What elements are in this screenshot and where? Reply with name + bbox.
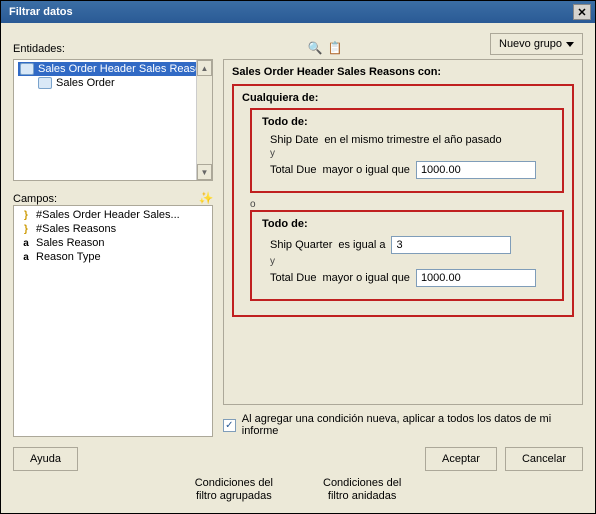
- titlebar: Filtrar datos ✕: [1, 1, 595, 23]
- close-icon: ✕: [577, 6, 586, 19]
- entities-tree[interactable]: Sales Order Header Sales Reasor Sales Or…: [13, 59, 213, 181]
- tree-item-label: Sales Order Header Sales Reasor: [38, 63, 205, 75]
- help-label: Ayuda: [30, 453, 61, 465]
- text-field-icon: a: [20, 237, 32, 249]
- new-group-label: Nuevo grupo: [499, 38, 562, 50]
- scrollbar[interactable]: ▲ ▼: [196, 60, 212, 180]
- dialog-body: Entidades: 🔍 📋 Nuevo grupo Sales Order H…: [1, 23, 595, 513]
- scroll-up-icon[interactable]: ▲: [197, 60, 212, 76]
- cancel-label: Cancelar: [522, 453, 566, 465]
- help-button[interactable]: Ayuda: [13, 447, 78, 471]
- annotation-nested: Condiciones del filtro anidadas: [323, 477, 401, 503]
- cond-field: Total Due: [270, 272, 316, 284]
- list-item[interactable]: a Reason Type: [18, 250, 212, 264]
- checkbox-icon[interactable]: ✓: [223, 419, 236, 432]
- close-button[interactable]: ✕: [573, 4, 591, 20]
- tree-item-root[interactable]: Sales Order Header Sales Reasor: [18, 62, 212, 76]
- tree-item-label: Sales Order: [56, 77, 115, 89]
- table-icon: [20, 63, 34, 75]
- list-item[interactable]: } #Sales Order Header Sales...: [18, 208, 212, 222]
- group-all-1: Todo de: Ship Date en el mismo trimestre…: [250, 108, 564, 193]
- field-label: Reason Type: [36, 251, 101, 263]
- condition-row[interactable]: Ship Date en el mismo trimestre el año p…: [262, 132, 552, 148]
- group-all-label: Todo de:: [262, 116, 552, 128]
- entities-label: Entidades:: [13, 43, 308, 55]
- or-operator: o: [242, 199, 564, 210]
- new-group-button[interactable]: Nuevo grupo: [490, 33, 583, 55]
- cond-field: Ship Quarter: [270, 239, 332, 251]
- cond-op: mayor o igual que: [322, 272, 409, 284]
- cond-op: en el mismo trimestre el año pasado: [324, 134, 501, 146]
- checkbox-label: Al agregar una condición nueva, aplicar …: [242, 413, 583, 437]
- cond-value-input[interactable]: [416, 269, 536, 287]
- apply-all-checkbox-row[interactable]: ✓ Al agregar una condición nueva, aplica…: [223, 413, 583, 437]
- cond-value-input[interactable]: [391, 236, 511, 254]
- scroll-down-icon[interactable]: ▼: [197, 164, 212, 180]
- window-title: Filtrar datos: [9, 6, 73, 18]
- text-field-icon: a: [20, 251, 32, 263]
- field-label: #Sales Order Header Sales...: [36, 209, 180, 221]
- tree-item-child[interactable]: Sales Order: [18, 76, 212, 90]
- condition-row[interactable]: Total Due mayor o igual que: [262, 159, 552, 181]
- cond-op: es igual a: [338, 239, 385, 251]
- condition-row[interactable]: Ship Quarter es igual a: [262, 234, 552, 256]
- and-operator: y: [262, 148, 552, 159]
- group-field-icon: }: [20, 223, 32, 235]
- group-any-label: Cualquiera de:: [242, 92, 564, 104]
- cond-value-input[interactable]: [416, 161, 536, 179]
- chevron-down-icon: [566, 42, 574, 47]
- search-icon[interactable]: 🔍: [308, 41, 322, 55]
- fields-list[interactable]: } #Sales Order Header Sales... } #Sales …: [13, 205, 213, 437]
- add-field-icon[interactable]: ✨: [199, 191, 213, 205]
- accept-button[interactable]: Aceptar: [425, 447, 497, 471]
- list-item[interactable]: } #Sales Reasons: [18, 222, 212, 236]
- fields-label: Campos:: [13, 193, 57, 205]
- group-all-label: Todo de:: [262, 218, 552, 230]
- group-field-icon: }: [20, 209, 32, 221]
- annotation-grouped: Condiciones del filtro agrupadas: [195, 477, 273, 503]
- cancel-button[interactable]: Cancelar: [505, 447, 583, 471]
- group-all-2: Todo de: Ship Quarter es igual a y Total…: [250, 210, 564, 301]
- cond-op: mayor o igual que: [322, 164, 409, 176]
- list-item[interactable]: a Sales Reason: [18, 236, 212, 250]
- cond-field: Ship Date: [270, 134, 318, 146]
- table-icon: [38, 77, 52, 89]
- field-label: #Sales Reasons: [36, 223, 116, 235]
- group-any: Cualquiera de: Todo de: Ship Date en el …: [232, 84, 574, 317]
- field-label: Sales Reason: [36, 237, 105, 249]
- cond-field: Total Due: [270, 164, 316, 176]
- list-icon[interactable]: 📋: [328, 41, 342, 55]
- conditions-header: Sales Order Header Sales Reasons con:: [232, 66, 574, 78]
- and-operator: y: [262, 256, 552, 267]
- conditions-panel: Sales Order Header Sales Reasons con: Cu…: [223, 59, 583, 405]
- condition-row[interactable]: Total Due mayor o igual que: [262, 267, 552, 289]
- accept-label: Aceptar: [442, 453, 480, 465]
